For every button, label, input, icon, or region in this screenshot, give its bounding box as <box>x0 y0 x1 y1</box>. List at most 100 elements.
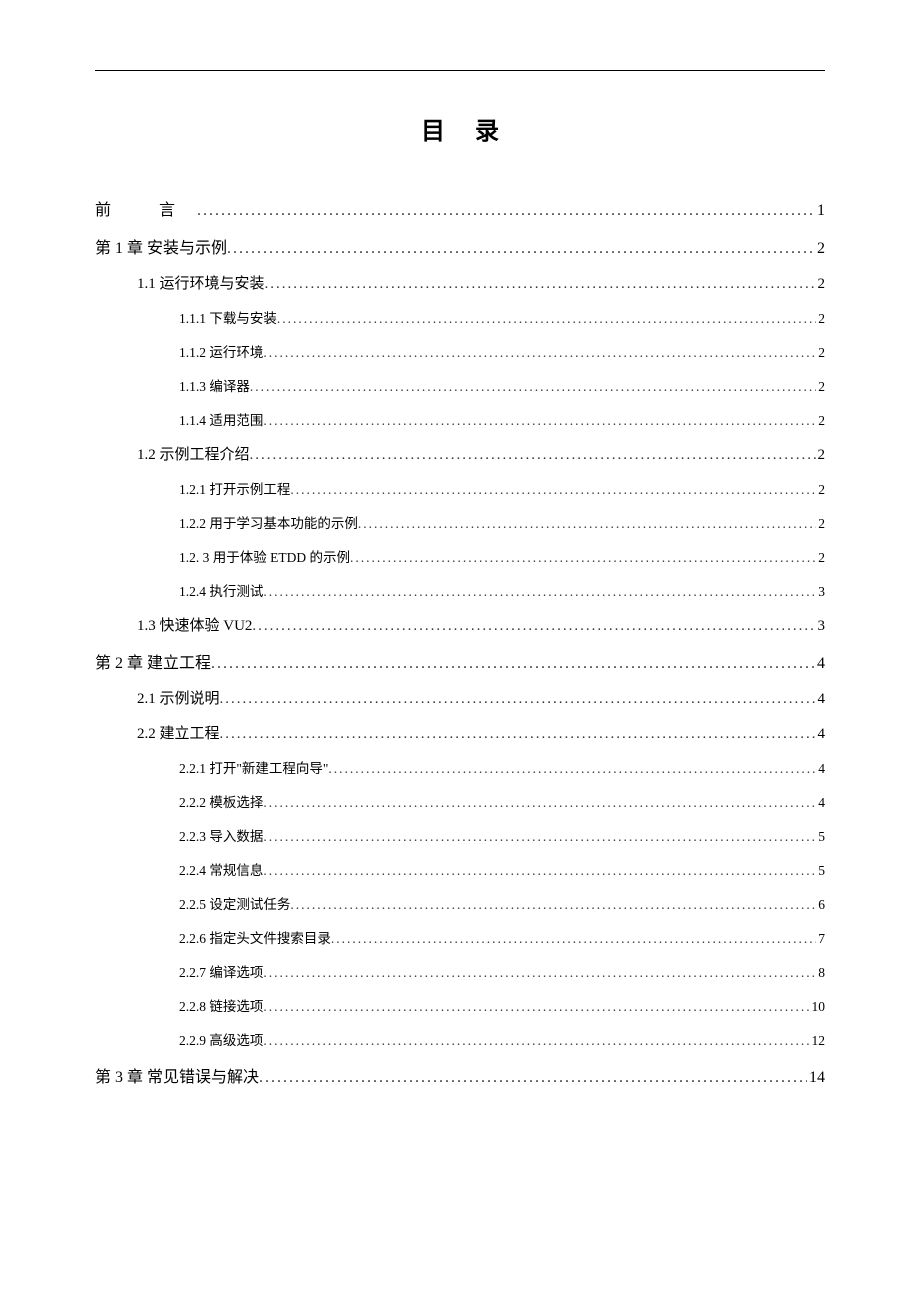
toc-entry-label: 1.1.3 编译器 <box>179 375 250 395</box>
toc-entry-page: 3 <box>816 618 826 635</box>
toc-entry[interactable]: 1.2.2 用于学习基本功能的示例 2 <box>95 512 825 532</box>
toc-leader-dots <box>290 482 816 498</box>
toc-leader-dots <box>252 618 815 635</box>
toc-entry-page: 5 <box>816 863 825 879</box>
toc-entry[interactable]: 1.3 快速体验 VU2 3 <box>95 614 825 635</box>
toc-entry-label: 第 2 章 建立工程 <box>95 649 211 673</box>
toc-entry-label: 2.1 示例说明 <box>137 687 220 708</box>
toc-entry-page: 8 <box>816 965 825 981</box>
toc-leader-dots <box>250 379 816 395</box>
toc-entry-page: 7 <box>816 931 825 947</box>
toc-leader-dots <box>250 447 816 464</box>
toc-entry-label: 2.2.9 高级选项 <box>179 1029 263 1049</box>
toc-entry-label: 1.2.4 执行测试 <box>179 580 263 600</box>
toc-title: 目录 <box>95 111 825 146</box>
toc-entry[interactable]: 2.2.8 链接选项 10 <box>95 995 825 1015</box>
toc-entry-label: 1.1.2 运行环境 <box>179 341 263 361</box>
toc-leader-dots <box>263 345 816 361</box>
toc-leader-dots <box>227 240 815 258</box>
toc-entry-page: 4 <box>815 655 825 673</box>
toc-entry[interactable]: 2.2.6 指定头文件搜索目录 7 <box>95 927 825 947</box>
toc-entry[interactable]: 1.1.4 适用范围2 <box>95 409 825 429</box>
toc-entry-label: 第 3 章 常见错误与解决 <box>95 1063 259 1087</box>
toc-entry-label: 2.2.5 设定测试任务 <box>179 893 290 913</box>
toc-entry[interactable]: 2.2.1 打开"新建工程向导" 4 <box>95 757 825 777</box>
toc-entry[interactable]: 第 2 章 建立工程 4 <box>95 649 825 673</box>
toc-entry-page: 4 <box>816 691 826 708</box>
toc-entry[interactable]: 前 言 1 <box>95 196 825 220</box>
toc-entry[interactable]: 2.2.9 高级选项 12 <box>95 1029 825 1049</box>
toc-entry[interactable]: 1.2.1 打开示例工程 2 <box>95 478 825 498</box>
toc-leader-dots <box>263 1033 809 1049</box>
toc-entry-page: 2 <box>816 413 825 429</box>
toc-entry-page: 2 <box>816 345 825 361</box>
toc-entry-label: 2.2.1 打开"新建工程向导" <box>179 757 328 777</box>
toc-entry-label: 1.3 快速体验 VU2 <box>137 614 252 635</box>
toc-entry[interactable]: 2.2 建立工程 4 <box>95 722 825 743</box>
header-rule <box>95 70 825 71</box>
toc-entry-label: 1.2.2 用于学习基本功能的示例 <box>179 512 358 532</box>
toc-leader-dots <box>263 999 809 1015</box>
toc-leader-dots <box>290 897 816 913</box>
toc-entry-page: 2 <box>815 240 825 258</box>
toc-entry-page: 3 <box>816 584 825 600</box>
toc-entry[interactable]: 1.2.4 执行测试 3 <box>95 580 825 600</box>
toc-entry[interactable]: 1.1.1 下载与安装 2 <box>95 307 825 327</box>
toc-leader-dots <box>220 726 816 743</box>
toc-entry[interactable]: 1.2. 3 用于体验 ETDD 的示例 2 <box>95 546 825 566</box>
toc-entry-label: 第 1 章 安装与示例 <box>95 234 227 258</box>
toc-entry[interactable]: 第 1 章 安装与示例 2 <box>95 234 825 258</box>
toc-entry-page: 4 <box>816 761 825 777</box>
toc-entry-page: 6 <box>816 897 825 913</box>
toc-entry-label: 1.1 运行环境与安装 <box>137 272 265 293</box>
toc-leader-dots <box>263 795 816 811</box>
toc-entry-page: 2 <box>816 379 825 395</box>
toc-entry-page: 1 <box>815 202 825 220</box>
toc-entry-label: 前 言 <box>95 196 197 220</box>
toc-entry[interactable]: 第 3 章 常见错误与解决14 <box>95 1063 825 1087</box>
toc-entry-page: 4 <box>816 795 825 811</box>
toc-entry[interactable]: 2.1 示例说明 4 <box>95 687 825 708</box>
toc-entry-label: 1.2.1 打开示例工程 <box>179 478 290 498</box>
toc-leader-dots <box>358 516 816 532</box>
toc-leader-dots <box>277 311 816 327</box>
toc-entry-label: 1.1.1 下载与安装 <box>179 307 277 327</box>
toc-entry[interactable]: 2.2.5 设定测试任务 6 <box>95 893 825 913</box>
toc-entry-page: 2 <box>816 550 825 566</box>
toc-entry-page: 4 <box>816 726 826 743</box>
toc-leader-dots <box>328 761 816 777</box>
toc-entry-page: 5 <box>816 829 825 845</box>
toc-entry[interactable]: 2.2.7 编译选项 8 <box>95 961 825 981</box>
toc-entry-page: 2 <box>816 482 825 498</box>
toc-leader-dots <box>197 202 815 220</box>
toc-entry[interactable]: 1.1.2 运行环境 2 <box>95 341 825 361</box>
toc-entry-label: 2.2.3 导入数据 <box>179 825 263 845</box>
toc-entry-label: 2.2.8 链接选项 <box>179 995 263 1015</box>
toc-entry-label: 2.2 建立工程 <box>137 722 220 743</box>
toc-entry[interactable]: 1.1 运行环境与安装2 <box>95 272 825 293</box>
toc-entry-page: 2 <box>816 516 825 532</box>
toc-leader-dots <box>220 691 816 708</box>
toc-leader-dots <box>263 863 816 879</box>
toc-entry[interactable]: 2.2.3 导入数据 5 <box>95 825 825 845</box>
toc-entry-label: 2.2.4 常规信息 <box>179 859 263 879</box>
toc-entry-page: 2 <box>816 311 825 327</box>
toc-leader-dots <box>265 276 816 293</box>
toc-list: 前 言1第 1 章 安装与示例21.1 运行环境与安装21.1.1 下载与安装2… <box>95 196 825 1087</box>
toc-leader-dots <box>350 550 816 566</box>
toc-entry[interactable]: 2.2.4 常规信息 5 <box>95 859 825 879</box>
toc-entry-label: 2.2.6 指定头文件搜索目录 <box>179 927 331 947</box>
toc-entry-page: 10 <box>810 999 826 1015</box>
toc-entry-page: 12 <box>810 1033 826 1049</box>
toc-leader-dots <box>211 655 815 673</box>
toc-leader-dots <box>259 1069 807 1087</box>
toc-entry[interactable]: 2.2.2 模板选择 4 <box>95 791 825 811</box>
toc-entry[interactable]: 1.2 示例工程介绍2 <box>95 443 825 464</box>
toc-leader-dots <box>263 584 816 600</box>
toc-entry[interactable]: 1.1.3 编译器 2 <box>95 375 825 395</box>
toc-entry-label: 1.2. 3 用于体验 ETDD 的示例 <box>179 546 350 566</box>
toc-entry-label: 2.2.7 编译选项 <box>179 961 263 981</box>
toc-entry-label: 2.2.2 模板选择 <box>179 791 263 811</box>
toc-entry-page: 2 <box>816 447 826 464</box>
toc-leader-dots <box>331 931 816 947</box>
